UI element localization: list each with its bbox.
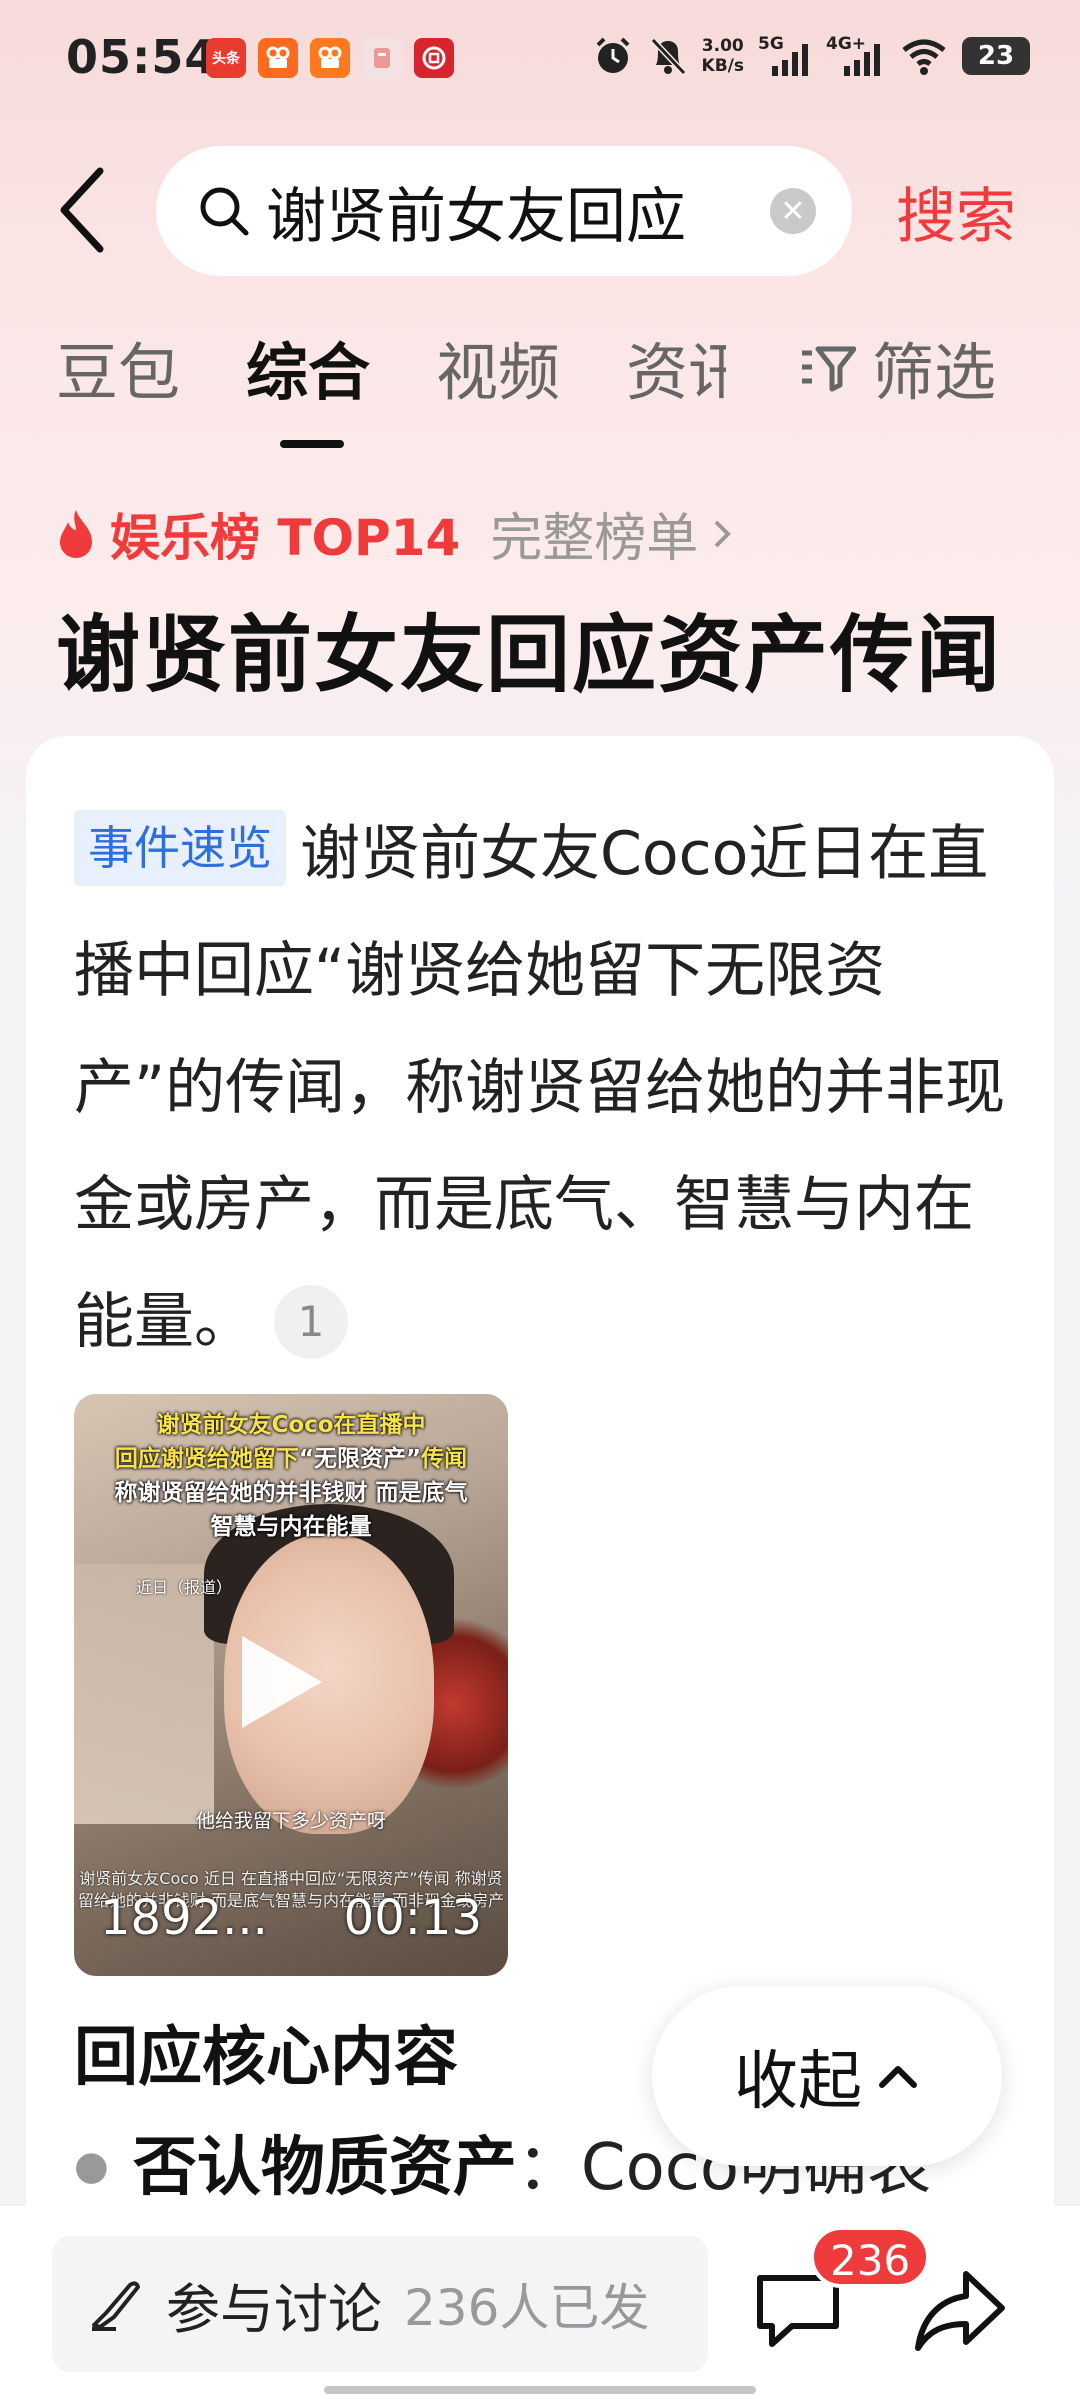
video-title-line: 智慧与内在能量 — [210, 1514, 372, 1540]
back-button[interactable] — [56, 160, 116, 260]
collapse-button[interactable]: 收起 — [652, 1986, 1002, 2166]
tab-doubao[interactable]: 豆包 — [56, 322, 180, 412]
network-speed-unit: KB/s — [701, 56, 744, 76]
fire-icon — [60, 509, 92, 558]
bullet-heading: 否认物质资产 — [132, 2131, 517, 2205]
kuaishou-notification-icon — [258, 38, 298, 78]
video-title-line: 回应谢贤给她留下“无限资产”传闻 — [74, 1442, 508, 1476]
signal-4g: 4G+ — [826, 34, 886, 78]
ranking-entry[interactable]: 娱乐榜 TOP14 完整榜单 — [56, 496, 734, 571]
bullet-dot-icon: ● — [74, 2143, 109, 2189]
chevron-up-icon — [879, 2066, 917, 2088]
signal-5g-label: 5G — [758, 34, 784, 54]
filter-icon — [802, 346, 856, 392]
video-thumbnail[interactable]: 谢贤前女友Coco在直播中 回应谢贤给她留下“无限资产”传闻 称谢贤留给她的并非… — [74, 1394, 508, 1976]
event-summary: 事件速览 谢贤前女友Coco近日在直播中回应“谢贤给她留下无限资产”的传闻，称谢贤… — [74, 796, 1024, 1381]
status-bar: 05:54 头条 3.00 KB/s 5G 4G+ 23 — [0, 0, 1080, 120]
summary-text: 谢贤前女友Coco近日在直播中回应“谢贤给她留下无限资产”的传闻，称谢贤留给她的… — [74, 819, 1006, 1357]
network-speed: 3.00 KB/s — [702, 36, 744, 76]
chevron-right-icon — [714, 520, 732, 547]
tab-general[interactable]: 综合 — [246, 322, 370, 448]
status-time: 05:54 — [66, 30, 218, 84]
discuss-input[interactable]: 参与讨论 236人已发 — [52, 2236, 708, 2372]
chevron-left-icon — [60, 167, 104, 253]
system-icons: 3.00 KB/s 5G 4G+ 23 — [592, 34, 1030, 78]
bottom-bar: 参与讨论 236人已发 236 — [0, 2206, 1080, 2400]
alarm-icon — [596, 37, 629, 73]
discuss-label: 参与讨论 — [166, 2277, 382, 2341]
reference-badge[interactable]: 1 — [274, 1285, 348, 1359]
video-title-part: “无限资产” — [298, 1446, 422, 1472]
toutiao-notification-icon: 头条 — [206, 38, 246, 78]
video-view-count: 1892... — [100, 1890, 268, 1946]
community-notification-icon — [362, 38, 402, 78]
search-button[interactable]: 搜索 — [896, 168, 1016, 255]
tab-news[interactable]: 资讯 — [626, 322, 726, 412]
search-query: 谢贤前女友回应 — [266, 181, 686, 252]
video-background — [74, 1564, 214, 1824]
clear-search-button[interactable]: ✕ — [770, 188, 816, 234]
play-icon — [242, 1636, 322, 1728]
network-speed-value: 3.00 — [701, 36, 744, 56]
page-title: 谢贤前女友回应资产传闻 — [56, 606, 1003, 704]
search-icon — [200, 187, 249, 236]
mute-bell-icon — [650, 37, 686, 76]
bank-notification-icon — [414, 38, 454, 78]
video-title-part: 传闻 — [421, 1446, 468, 1472]
kuaishou-lite-notification-icon — [310, 38, 350, 78]
video-title-line: 称谢贤留给她的并非钱财 而是底气 — [114, 1480, 468, 1506]
video-subtitle: 他给我留下多少资产呀 — [195, 1810, 386, 1832]
filter-label: 筛选 — [872, 336, 997, 409]
event-overview-tag: 事件速览 — [74, 810, 286, 886]
ranking-label: 娱乐榜 TOP14 — [110, 508, 461, 567]
signal-5g: 5G — [758, 34, 812, 78]
video-overlay-title: 谢贤前女友Coco在直播中 回应谢贤给她留下“无限资产”传闻 称谢贤留给她的并非… — [74, 1408, 508, 1544]
search-input[interactable]: 谢贤前女友回应 ✕ — [156, 146, 852, 276]
video-date-tag: 近日（报道） — [136, 1578, 233, 1597]
share-icon — [915, 2271, 1005, 2351]
section-title: 回应核心内容 — [74, 2021, 458, 2095]
collapse-label: 收起 — [734, 2045, 862, 2119]
share-button[interactable] — [912, 2266, 1008, 2356]
home-indicator[interactable] — [324, 2386, 756, 2394]
signal-4g-label: 4G+ — [826, 34, 867, 54]
tab-video[interactable]: 视频 — [436, 322, 560, 412]
close-icon: ✕ — [780, 193, 806, 229]
video-title-part: 回应谢贤给她留下 — [114, 1446, 299, 1472]
video-duration: 00:13 — [343, 1890, 482, 1946]
wifi-icon — [902, 39, 946, 75]
battery-indicator: 23 — [962, 37, 1030, 75]
notification-icons: 头条 — [206, 38, 454, 78]
result-tabs: 豆包 综合 视频 资讯 — [56, 322, 726, 448]
video-title-line: 谢贤前女友Coco在直播中 — [156, 1412, 426, 1438]
filter-button[interactable]: 筛选 — [800, 322, 996, 412]
full-list-link[interactable]: 完整榜单 — [490, 496, 698, 571]
discuss-count: 236人已发 — [404, 2279, 650, 2337]
pen-icon — [92, 2281, 140, 2331]
